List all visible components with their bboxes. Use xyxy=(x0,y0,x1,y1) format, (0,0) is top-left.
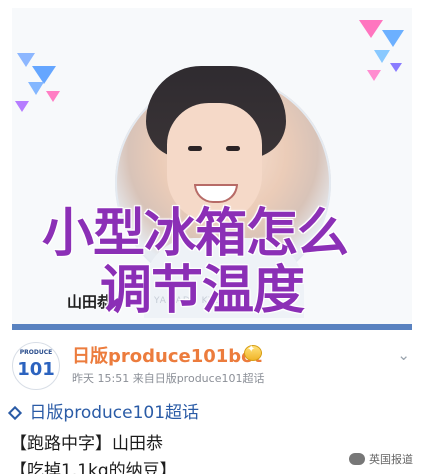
post-source-link[interactable]: 来自日版produce101超话 xyxy=(133,372,265,385)
decoration-triangle xyxy=(17,53,35,67)
post-line-2: 【跑路中字】山田恭 xyxy=(10,434,163,454)
source-badge: 英国报道 xyxy=(349,451,413,467)
account-name[interactable]: 日版produce101bot xyxy=(72,342,262,368)
decoration-triangle xyxy=(28,82,44,95)
screenshot-frame: YAMADA KYO 山田恭 小型冰箱怎么 调节温度 PRODUCE 101 日… xyxy=(0,0,422,474)
decoration-triangle xyxy=(382,30,404,47)
hero-image: YAMADA KYO 山田恭 小型冰箱怎么 调节温度 xyxy=(12,8,412,330)
post-meta: 昨天 15:51 来自日版produce101超话 xyxy=(72,370,264,386)
diamond-icon xyxy=(7,405,23,421)
image-bottom-border xyxy=(12,324,412,330)
decoration-triangle xyxy=(374,50,390,63)
decoration-triangle xyxy=(367,70,381,81)
overlay-headline-2: 调节温度 xyxy=(100,261,305,321)
post-line-3: 【吃掉1.1kg的纳豆】 xyxy=(10,461,177,474)
decoration-triangle xyxy=(46,91,60,102)
topic-link[interactable]: 日版produce101超话 xyxy=(7,398,200,423)
decoration-triangle xyxy=(359,20,383,38)
post-card: PRODUCE 101 日版produce101bot ✦ ⌄ 昨天 15:51… xyxy=(0,332,422,474)
decoration-triangle xyxy=(15,101,29,112)
left-eye xyxy=(188,146,202,151)
decoration-triangle xyxy=(390,63,402,72)
topic-text: 日版produce101超话 xyxy=(29,403,200,423)
avatar-logo-main: 101 xyxy=(17,359,55,380)
crown-icon: ✦ xyxy=(244,344,262,361)
post-time: 昨天 15:51 xyxy=(72,372,130,385)
avatar[interactable]: PRODUCE 101 xyxy=(12,342,60,390)
right-eye xyxy=(226,146,240,151)
chevron-down-icon[interactable]: ⌄ xyxy=(397,346,410,364)
source-text: 英国报道 xyxy=(369,453,413,466)
avatar-logo-top: PRODUCE xyxy=(19,349,53,356)
wechat-icon xyxy=(349,453,365,465)
